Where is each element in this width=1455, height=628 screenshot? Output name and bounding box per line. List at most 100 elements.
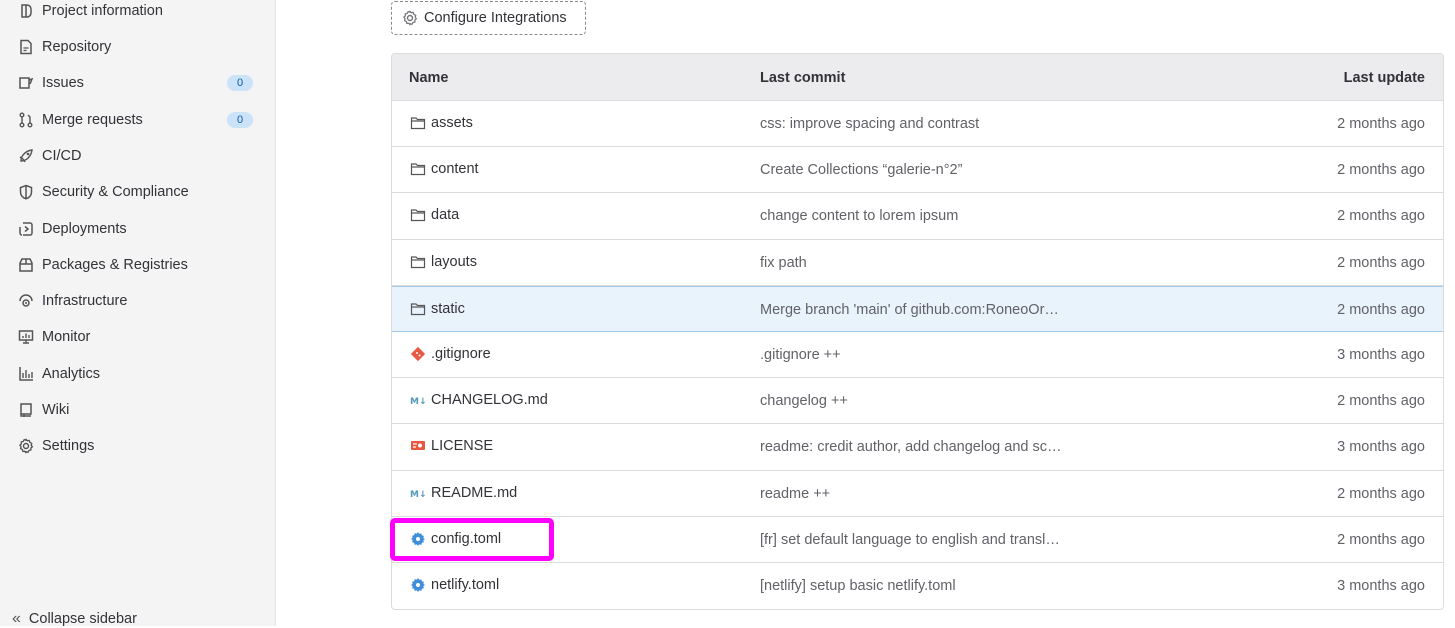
last-update: 2 months ago [1337, 254, 1425, 271]
file-name: CHANGELOG.md [431, 392, 548, 409]
sidebar-item-label: Packages & Registries [42, 257, 188, 273]
last-commit-link[interactable]: Merge branch 'main' of github.com:RoneoO… [760, 302, 1059, 318]
table-row[interactable]: config.toml [fr] set default language to … [392, 517, 1443, 563]
last-update: 2 months ago [1337, 393, 1425, 410]
sidebar-item-label: Infrastructure [42, 293, 128, 309]
file-name-link[interactable]: M↓ README.md [410, 485, 517, 501]
file-name: content [431, 161, 479, 178]
header-last-update: Last update [1343, 70, 1425, 86]
document-icon [16, 37, 36, 57]
table-row[interactable]: assets css: improve spacing and contrast 2… [392, 101, 1443, 148]
header-name: Name [409, 70, 449, 86]
last-commit-link[interactable]: fix path [760, 255, 807, 271]
sidebar-item-ci-cd[interactable]: CI/CD [8, 140, 268, 172]
table-row[interactable]: M↓ README.md readme ++ 2 months ago [392, 471, 1443, 517]
last-update: 3 months ago [1337, 577, 1425, 594]
sidebar-item-settings[interactable]: Settings [8, 430, 268, 462]
collapse-sidebar-label: Collapse sidebar [28, 611, 137, 627]
last-commit-link[interactable]: css: improve spacing and contrast [760, 116, 979, 132]
table-row[interactable]: M↓ CHANGELOG.md changelog ++ 2 months ago [392, 378, 1443, 425]
configure-integrations-label: Configure Integrations [424, 10, 567, 26]
sidebar-item-label: Deployments [42, 221, 127, 237]
markdown-icon: M↓ [410, 392, 426, 408]
file-name-link[interactable]: data [410, 207, 459, 223]
license-icon [410, 438, 426, 454]
file-name: .gitignore [431, 345, 491, 362]
sidebar-item-repository[interactable]: Repository [8, 31, 268, 63]
file-name-link[interactable]: M↓ CHANGELOG.md [410, 392, 548, 408]
table-row[interactable]: static Merge branch 'main' of github.com:… [392, 285, 1443, 332]
sidebar-item-label: Repository [42, 39, 112, 55]
last-commit-link[interactable]: readme ++ [760, 486, 830, 502]
last-update: 2 months ago [1337, 301, 1425, 318]
sidebar-item-infrastructure[interactable]: Infrastructure [8, 285, 268, 317]
last-update: 2 months ago [1337, 485, 1425, 502]
last-commit-link[interactable]: change content to lorem ipsum [760, 208, 958, 224]
sidebar-item-packages-registries[interactable]: Packages & Registries [8, 249, 268, 281]
gear-icon [410, 531, 426, 547]
rocket-icon [16, 146, 36, 166]
sidebar-item-project-information[interactable]: Project information [8, 0, 268, 27]
table-row[interactable]: content Create Collections “galerie-n°2” 2… [392, 147, 1443, 194]
last-update: 3 months ago [1337, 346, 1425, 363]
table-row[interactable]: .gitignore .gitignore ++ 3 months ago [392, 332, 1443, 379]
sidebar-item-merge-requests[interactable]: Merge requests 0 [8, 104, 268, 136]
folder-icon [410, 301, 426, 317]
package-icon [16, 255, 36, 275]
sidebar-item-label: CI/CD [42, 148, 82, 164]
file-name-link[interactable]: config.toml [410, 531, 501, 547]
last-update: 3 months ago [1337, 439, 1425, 456]
sidebar-item-analytics[interactable]: Analytics [8, 358, 268, 390]
git-icon [410, 346, 426, 362]
sidebar-item-label: Wiki [42, 402, 70, 418]
last-update: 2 months ago [1337, 531, 1425, 548]
table-row[interactable]: netlify.toml [netlify] setup basic netlif… [392, 563, 1443, 609]
file-name-link[interactable]: layouts [410, 254, 477, 270]
last-commit-link[interactable]: .gitignore ++ [760, 347, 841, 363]
shield-icon [16, 182, 36, 202]
gear-icon [16, 436, 36, 456]
collapse-sidebar-button[interactable]: « Collapse sidebar [12, 610, 137, 628]
folder-icon [410, 161, 426, 177]
table-row[interactable]: LICENSE readme: credit author, add change… [392, 424, 1443, 471]
table-header: Name Last commit Last update [392, 54, 1443, 101]
cloud-gear-icon [16, 291, 36, 311]
header-last-commit: Last commit [760, 70, 846, 86]
count-badge: 0 [227, 75, 253, 91]
double-chevron-left-icon: « [12, 610, 21, 627]
svg-text:M↓: M↓ [410, 397, 426, 407]
file-name-link[interactable]: assets [410, 115, 473, 131]
last-commit-link[interactable]: readme: credit author, add changelog and… [760, 439, 1061, 455]
last-commit-link[interactable]: [fr] set default language to english and… [760, 532, 1060, 548]
file-name-link[interactable]: content [410, 161, 479, 177]
sidebar-item-deployments[interactable]: Deployments [8, 213, 268, 245]
last-commit-link[interactable]: changelog ++ [760, 393, 848, 409]
sidebar-item-security-compliance[interactable]: Security & Compliance [8, 176, 268, 208]
file-name-link[interactable]: static [410, 301, 465, 317]
chart-icon [16, 364, 36, 384]
file-name-link[interactable]: netlify.toml [410, 577, 499, 593]
sidebar-item-wiki[interactable]: Wiki [8, 394, 268, 426]
sidebar-item-label: Monitor [42, 329, 91, 345]
folder-icon [410, 254, 426, 270]
file-name: data [431, 207, 460, 224]
table-row[interactable]: data change content to lorem ipsum 2 month… [392, 193, 1443, 240]
merge-request-icon [16, 110, 36, 130]
table-row[interactable]: layouts fix path 2 months ago [392, 240, 1443, 286]
last-commit-link[interactable]: Create Collections “galerie-n°2” [760, 162, 962, 178]
file-name: LICENSE [431, 438, 494, 455]
file-name-link[interactable]: LICENSE [410, 438, 493, 454]
sidebar-item-issues[interactable]: Issues 0 [8, 67, 268, 99]
file-name: netlify.toml [431, 576, 500, 593]
configure-integrations-button[interactable]: Configure Integrations [391, 1, 586, 35]
deployments-icon [16, 219, 36, 239]
last-commit-link[interactable]: [netlify] setup basic netlify.toml [760, 578, 956, 594]
gear-icon [403, 10, 417, 26]
sidebar-item-label: Merge requests [42, 112, 143, 128]
file-name: config.toml [431, 530, 502, 547]
last-update: 2 months ago [1337, 208, 1425, 225]
project-icon [16, 1, 36, 21]
file-name-link[interactable]: .gitignore [410, 346, 491, 362]
last-update: 2 months ago [1337, 116, 1425, 132]
sidebar-item-monitor[interactable]: Monitor [8, 321, 268, 353]
